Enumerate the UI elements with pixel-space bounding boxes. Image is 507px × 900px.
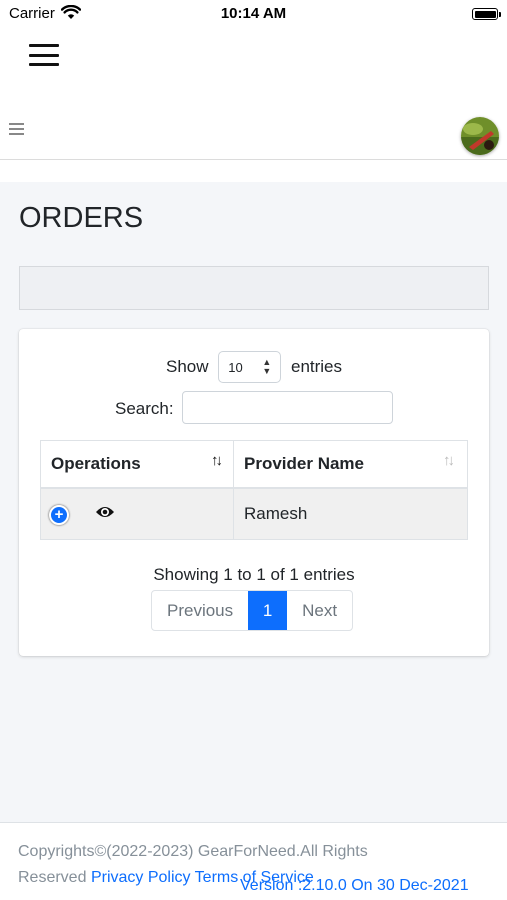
sort-icon: ↑↓ (443, 452, 455, 469)
top-navbar (0, 108, 507, 160)
version-text: Version :2.10.0 On 30 Dec-2021 (240, 877, 469, 894)
table-info: Showing 1 to 1 of 1 entries (153, 565, 355, 584)
orders-table: Operations ↑↓ Provider Name ↑↓ + Ramesh (40, 440, 468, 540)
select-arrows-icon: ▲ ▼ (262, 357, 272, 376)
privacy-policy-link[interactable]: Privacy Policy (91, 869, 191, 886)
search-input[interactable] (182, 391, 393, 424)
column-header-label: Provider Name (244, 453, 364, 473)
battery-icon (472, 8, 498, 20)
provider-name-cell: Ramesh (233, 487, 468, 540)
main-content: ORDERS Show 10 ▲ ▼ entries Search: Operat… (0, 182, 507, 822)
previous-page-button[interactable]: Previous (152, 591, 248, 630)
filter-box (19, 266, 489, 310)
status-bar: Carrier 10:14 AM (0, 0, 507, 30)
sidebar-toggle-icon[interactable] (9, 123, 24, 137)
pagination: Previous 1 Next (151, 590, 354, 631)
page-title: ORDERS (19, 202, 144, 234)
page-1-button[interactable]: 1 (248, 591, 288, 630)
entries-select[interactable]: 10 ▲ ▼ (218, 351, 282, 383)
clock: 10:14 AM (220, 5, 287, 22)
entries-select-value: 10 (228, 360, 243, 376)
battery-tip (499, 12, 501, 17)
expand-row-icon[interactable]: + (49, 504, 69, 525)
sort-icon: ↑↓ (211, 452, 223, 469)
eye-icon[interactable] (95, 505, 115, 519)
operations-cell: + (40, 487, 234, 540)
entries-label: entries (290, 357, 343, 376)
orders-card: Show 10 ▲ ▼ entries Search: Operations ↑↓… (19, 329, 489, 656)
hamburger-menu-icon[interactable] (29, 44, 59, 66)
show-label: Show (165, 357, 209, 376)
footer: Copyrights©(2022-2023) GearForNeed.All R… (0, 822, 507, 900)
column-header-operations[interactable]: Operations ↑↓ (40, 440, 234, 489)
search-label: Search: (115, 399, 174, 418)
entries-length-control: Show 10 ▲ ▼ entries (19, 351, 489, 383)
column-header-provider-name[interactable]: Provider Name ↑↓ (233, 440, 468, 489)
next-page-button[interactable]: Next (287, 591, 352, 630)
table-row: + Ramesh (40, 487, 468, 540)
column-header-label: Operations (51, 453, 141, 473)
avatar[interactable] (461, 117, 499, 155)
